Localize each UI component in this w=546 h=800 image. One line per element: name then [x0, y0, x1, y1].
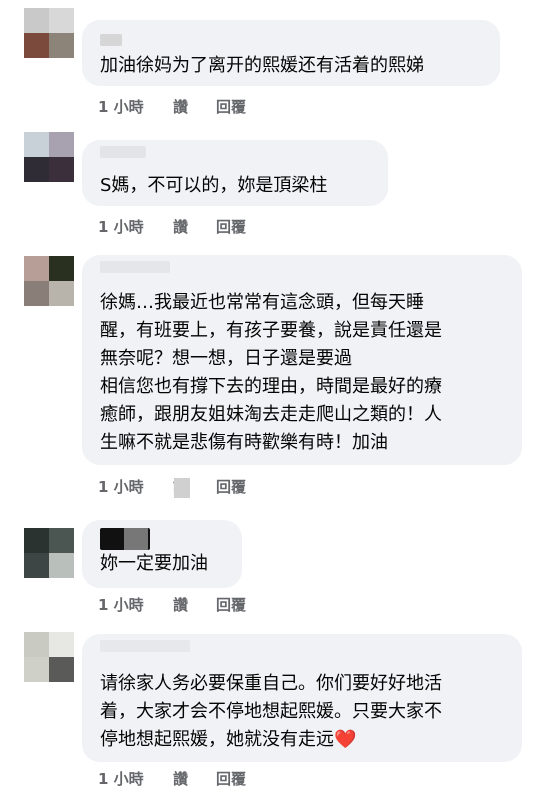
like-button[interactable]: 讚 — [173, 216, 188, 237]
comment-bubble: S媽，不可以的，妳是頂梁柱 — [82, 140, 388, 206]
like-button[interactable]: 讚 — [173, 96, 188, 117]
comment-text-body: 请徐家人务必要保重自己。你们要好好地活 着，大家才会不停地想起熙媛。只要大家不 … — [100, 673, 442, 750]
comment-text: S媽，不可以的，妳是頂梁柱 — [100, 175, 328, 196]
comment-text: 妳一定要加油 — [100, 553, 208, 574]
avatar[interactable] — [24, 528, 74, 578]
comment-time[interactable]: 1 小時 — [98, 96, 144, 117]
avatar[interactable] — [24, 632, 74, 682]
heart-emoji-icon: ❤️ — [334, 729, 357, 750]
comment-bubble: 请徐家人务必要保重自己。你们要好好地活 着，大家才会不停地想起熙媛。只要大家不 … — [82, 634, 522, 762]
comment-bubble: 徐媽…我最近也常常有這念頭，但每天睡 醒，有班要上，有孩子要養，說是責任還是 無… — [82, 255, 522, 465]
reply-button[interactable]: 回覆 — [216, 768, 246, 789]
reply-button[interactable]: 回覆 — [216, 96, 246, 117]
reply-button[interactable]: 回覆 — [216, 216, 246, 237]
comment-time[interactable]: 1 小時 — [98, 216, 144, 237]
comment-text: 徐媽…我最近也常常有這念頭，但每天睡 醒，有班要上，有孩子要養，說是責任還是 無… — [100, 292, 442, 453]
blur-patch — [174, 478, 190, 498]
comment-bubble: 妳一定要加油 — [82, 520, 242, 588]
comment-time[interactable]: 1 小時 — [98, 594, 144, 615]
comment-text: 加油徐妈为了离开的熙媛还有活着的熙娣 — [100, 55, 424, 76]
avatar[interactable] — [24, 8, 74, 58]
reply-button[interactable]: 回覆 — [216, 476, 246, 497]
author-name-redacted[interactable] — [100, 261, 170, 273]
reply-button[interactable]: 回覆 — [216, 594, 246, 615]
like-button[interactable]: 讚 — [173, 768, 188, 789]
comment-time[interactable]: 1 小時 — [98, 768, 144, 789]
comment-bubble: 加油徐妈为了离开的熙媛还有活着的熙娣 — [82, 20, 500, 86]
avatar[interactable] — [24, 132, 74, 182]
comment-text: 请徐家人务必要保重自己。你们要好好地活 着，大家才会不停地想起熙媛。只要大家不 … — [100, 670, 504, 754]
blur-patch — [124, 528, 148, 550]
avatar[interactable] — [24, 256, 74, 306]
author-name-redacted[interactable] — [100, 34, 122, 46]
author-name-redacted[interactable] — [100, 640, 190, 652]
comment-time[interactable]: 1 小時 — [98, 476, 144, 497]
like-button[interactable]: 讚 — [173, 594, 188, 615]
author-name-redacted[interactable] — [100, 146, 146, 158]
